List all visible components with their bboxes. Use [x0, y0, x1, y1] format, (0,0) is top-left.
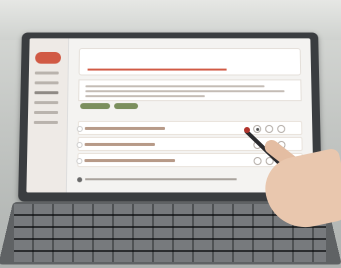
sidebar-item[interactable]	[34, 91, 59, 95]
category-chip[interactable]	[114, 103, 139, 110]
sidebar-start-button[interactable]	[35, 51, 62, 64]
answer-radio[interactable]	[253, 157, 262, 166]
app-sidebar	[26, 38, 70, 193]
footer-bullet-icon	[77, 177, 83, 183]
category-chip[interactable]	[80, 103, 111, 110]
header-accent-line	[87, 68, 227, 71]
question-text	[84, 159, 176, 162]
sidebar-item[interactable]	[34, 81, 59, 85]
stylus-tip	[244, 127, 250, 133]
answer-radio[interactable]	[277, 124, 286, 133]
question-marker	[76, 125, 83, 132]
sidebar-item[interactable]	[34, 111, 59, 115]
answer-radio[interactable]	[253, 124, 262, 133]
question-row	[76, 120, 303, 135]
survey-header	[78, 48, 302, 76]
question-text	[84, 126, 165, 130]
instruction-box	[78, 79, 302, 102]
question-text	[84, 142, 155, 146]
photo-scene	[0, 0, 341, 268]
question-marker	[76, 141, 83, 148]
instruction-line	[85, 85, 265, 88]
sidebar-item[interactable]	[34, 101, 59, 105]
footer-note	[85, 178, 237, 181]
sidebar-item[interactable]	[33, 120, 58, 124]
answer-radio[interactable]	[265, 124, 274, 133]
question-marker	[76, 158, 83, 165]
instruction-line	[85, 90, 285, 93]
sidebar-item[interactable]	[34, 71, 59, 75]
instruction-line	[85, 95, 205, 98]
